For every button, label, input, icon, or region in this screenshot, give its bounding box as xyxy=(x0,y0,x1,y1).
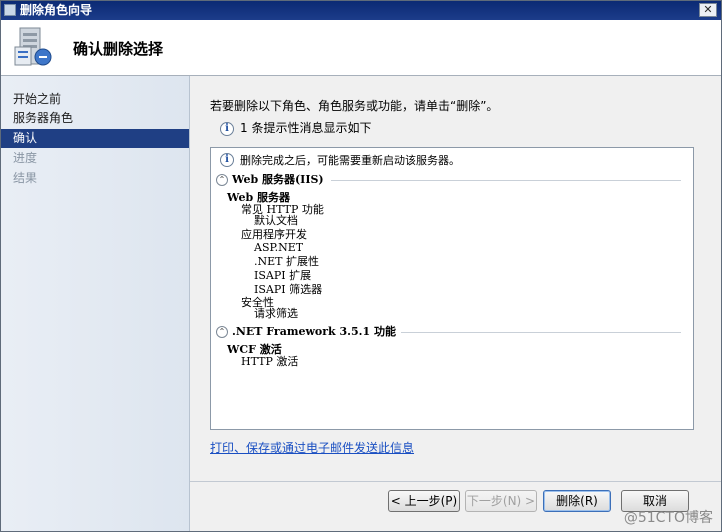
list-item: ISAPI 筛选器 xyxy=(254,283,323,296)
instruction-text: 若要删除以下角色、角色服务或功能，请单击“删除”。 xyxy=(210,99,499,113)
previous-button[interactable]: < 上一步(P) xyxy=(388,490,460,512)
close-button[interactable]: ✕ xyxy=(699,3,717,17)
sidebar-item-before-you-begin[interactable]: 开始之前 xyxy=(1,90,189,109)
footer-divider xyxy=(190,481,721,482)
window-title: 删除角色向导 xyxy=(20,3,93,17)
app-icon xyxy=(4,4,16,16)
section-divider xyxy=(331,180,681,181)
notice-text: 删除完成之后，可能需要重新启动该服务器。 xyxy=(240,154,460,167)
watermark: @51CTO博客 xyxy=(623,510,713,526)
wizard-steps-sidebar: 开始之前 服务器角色 确认 进度 结果 xyxy=(1,76,190,531)
info-message-text: 1 条提示性消息显示如下 xyxy=(240,121,372,135)
section-title-net-framework: .NET Framework 3.5.1 功能 xyxy=(232,325,396,338)
wizard-window: 删除角色向导 ✕ 确认删除选择 开始之前 服务器角色 确认 进度 结果 若要删除… xyxy=(0,0,722,532)
list-item: ISAPI 扩展 xyxy=(254,269,312,282)
main-content: 若要删除以下角色、角色服务或功能，请单击“删除”。 i1 条提示性消息显示如下 … xyxy=(190,76,721,531)
list-item: 请求筛选 xyxy=(254,307,298,320)
sidebar-item-confirmation[interactable]: 确认 xyxy=(1,129,189,148)
list-item: HTTP 激活 xyxy=(241,355,299,368)
remove-button[interactable]: 删除(R) xyxy=(543,490,611,512)
page-title: 确认删除选择 xyxy=(73,40,164,58)
info-icon: i xyxy=(220,121,234,136)
sidebar-item-results: 结果 xyxy=(13,171,38,185)
collapse-icon[interactable]: ⌃ xyxy=(216,326,228,338)
list-item: .NET 扩展性 xyxy=(254,255,319,268)
section-divider xyxy=(401,332,681,333)
sidebar-item-server-roles[interactable]: 服务器角色 xyxy=(1,109,189,128)
print-save-email-link[interactable]: 打印、保存或通过电子邮件发送此信息 xyxy=(210,439,414,456)
next-button: 下一步(N) > xyxy=(465,490,537,512)
title-bar[interactable]: 删除角色向导 ✕ xyxy=(1,1,721,20)
collapse-icon[interactable]: ⌃ xyxy=(216,174,228,186)
list-item: 默认文档 xyxy=(254,214,298,227)
section-title-web-server: Web 服务器(IIS) xyxy=(232,173,324,186)
wizard-header: 确认删除选择 xyxy=(1,20,721,76)
list-item: ASP.NET xyxy=(254,241,304,254)
info-icon: i xyxy=(220,153,234,167)
list-item: 应用程序开发 xyxy=(241,228,307,241)
server-role-icon xyxy=(14,27,52,66)
sidebar-item-progress: 进度 xyxy=(13,151,38,165)
info-message-row: i 1 条提示性消息显示如下 xyxy=(220,120,371,136)
results-content: i 删除完成之后，可能需要重新启动该服务器。 ⌃ Web 服务器(IIS) We… xyxy=(211,148,693,429)
results-panel[interactable]: i 删除完成之后，可能需要重新启动该服务器。 ⌃ Web 服务器(IIS) We… xyxy=(210,147,694,430)
